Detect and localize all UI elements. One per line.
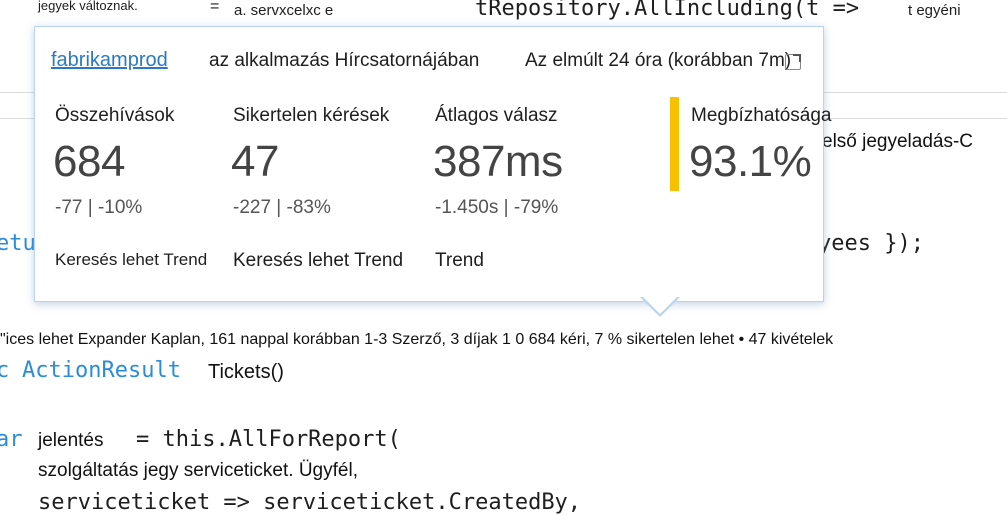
metric-delta-failed: -227 | -83% (233, 197, 331, 218)
code-type-actionresult: ActionResult (22, 358, 181, 383)
code-line-createdby: serviceticket => serviceticket.CreatedBy… (38, 490, 582, 515)
code-comment-fragment: jegyek változnak. (38, 0, 138, 13)
code-label-service: szolgáltatás jegy serviceticket. Ügyfél, (38, 460, 358, 482)
metric-link-response[interactable]: Trend (435, 250, 484, 272)
code-keyword-var: ar (0, 427, 23, 452)
codelens-line[interactable]: "ices lehet Expander Kaplan, 161 nappal … (0, 331, 833, 349)
metric-value-failed: 47 (231, 137, 279, 186)
metric-link-calls[interactable]: Keresés lehet Trend (55, 250, 207, 270)
metric-title-failed: Sikertelen kérések (233, 105, 390, 126)
metric-delta-calls: -77 | -10% (55, 197, 143, 218)
code-this-allforreport: = this.AllForReport( (136, 427, 401, 452)
metric-link-failed[interactable]: Keresés lehet Trend (233, 250, 403, 272)
code-label-report: jelentés (38, 430, 104, 452)
metric-value-calls: 684 (53, 137, 125, 186)
metric-title-reliability: Megbízhatósága (691, 105, 832, 126)
code-this-text: = this.AllForReport( (136, 427, 401, 452)
header-time-range: Az elmúlt 24 óra (korábban 7m) (525, 50, 791, 72)
app-insights-popup: fabrikamprod az alkalmazás Hírcsatornájá… (34, 26, 832, 302)
metric-title-response: Átlagos válasz (435, 105, 558, 126)
metric-title-calls: Összehívások (55, 105, 175, 126)
header-time-text: Az elmúlt 24 óra (korábban 7m) (525, 50, 792, 71)
code-comment-right: t egyéni (908, 2, 961, 19)
metric-delta-response: -1.450s | -79% (435, 197, 559, 218)
metric-value-reliability: 93.1% (689, 137, 812, 186)
code-keyword-return: etu (0, 231, 36, 256)
code-equals: = (210, 0, 220, 15)
code-label-side: első jegyeladás-C (822, 131, 974, 153)
metric-value-response: 387ms (433, 137, 563, 186)
app-link[interactable]: fabrikamprod (51, 49, 168, 72)
header-feed-label: az alkalmazás Hírcsatornájában (209, 50, 480, 71)
reliability-accent-bar (670, 97, 679, 191)
code-method-tickets: Tickets() (208, 361, 284, 384)
code-line-repository: tRepository.AllIncluding(t => (475, 0, 860, 21)
code-closing-brace: yees }); (818, 231, 924, 256)
code-label-fragment: a. servxcelxc e (234, 2, 334, 19)
popout-icon[interactable] (785, 54, 801, 70)
code-keyword-public: c (0, 358, 10, 383)
